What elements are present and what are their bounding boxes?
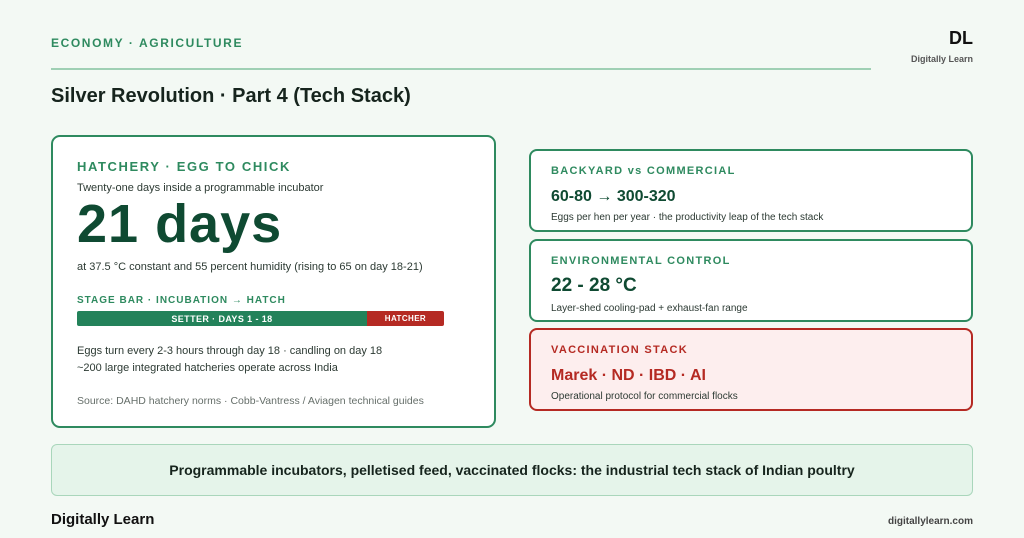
page-title: Silver Revolution · Part 4 (Tech Stack) xyxy=(51,85,411,107)
card-kicker: BACKYARD vs COMMERCIAL xyxy=(551,165,736,177)
stage-hatcher-segment: HATCHER xyxy=(366,311,444,326)
stage-bar-label: STAGE BAR · INCUBATION → HATCH xyxy=(77,295,286,306)
hatchery-subtitle: Twenty-one days inside a programmable in… xyxy=(77,182,324,194)
footer-brand: Digitally Learn xyxy=(51,511,155,528)
card-caption: Operational protocol for commercial floc… xyxy=(551,391,738,402)
card-caption: Layer-shed cooling-pad + exhaust-fan ran… xyxy=(551,303,748,314)
section-eyebrow: ECONOMY · AGRICULTURE xyxy=(51,36,244,50)
brand-logo: DL Digitally Learn xyxy=(853,28,973,64)
card-value: 60-80 → 300-320 xyxy=(551,188,676,205)
card-value: 22 - 28 °C xyxy=(551,275,637,296)
stage-setter-segment: SETTER · DAYS 1 - 18 xyxy=(77,311,367,326)
header-divider xyxy=(51,68,871,70)
hatchery-card: HATCHERY · EGG TO CHICK Twenty-one days … xyxy=(51,135,496,428)
card-caption: Eggs per hen per year · the productivity… xyxy=(551,212,824,223)
card-kicker: ENVIRONMENTAL CONTROL xyxy=(551,255,731,267)
brand-logo-subtitle: Digitally Learn xyxy=(910,54,973,64)
source-citation: Source: DAHD hatchery norms · Cobb-Vantr… xyxy=(77,395,424,407)
hatchery-notes: Eggs turn every 2-3 hours through day 18… xyxy=(77,343,470,377)
backyard-commercial-card: BACKYARD vs COMMERCIAL 60-80 → 300-320 E… xyxy=(529,149,973,232)
card-value: Marek · ND · IBD · AI xyxy=(551,367,706,384)
card-kicker: VACCINATION STACK xyxy=(551,344,688,356)
hatchery-note: Eggs turn every 2-3 hours through day 18… xyxy=(77,345,383,357)
stage-bar: SETTER · DAYS 1 - 18 HATCHER xyxy=(77,311,444,326)
incubation-conditions: at 37.5 °C constant and 55 percent humid… xyxy=(77,261,423,273)
vaccination-stack-card: VACCINATION STACK Marek · ND · IBD · AI … xyxy=(529,328,973,411)
summary-banner: Programmable incubators, pelletised feed… xyxy=(51,444,973,496)
hatchery-note: ~200 large integrated hatcheries operate… xyxy=(77,362,338,374)
brand-logo-mark: DL xyxy=(949,28,973,48)
environmental-control-card: ENVIRONMENTAL CONTROL 22 - 28 °C Layer-s… xyxy=(529,239,973,322)
incubation-duration: 21 days xyxy=(77,194,283,254)
hatchery-kicker: HATCHERY · EGG TO CHICK xyxy=(77,159,291,174)
footer-url[interactable]: digitallylearn.com xyxy=(888,516,973,527)
